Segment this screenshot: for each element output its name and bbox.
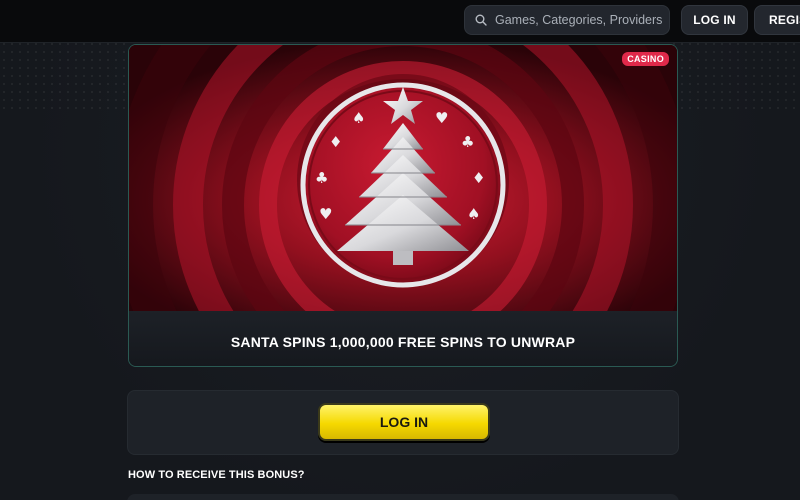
search-input[interactable]: [493, 12, 667, 28]
svg-text:♣: ♣: [461, 133, 474, 151]
background-dots-right: [670, 40, 800, 110]
svg-text:♠: ♠: [352, 109, 365, 127]
svg-text:♠: ♠: [467, 205, 480, 223]
login-button[interactable]: LOG IN: [318, 403, 490, 441]
login-panel: LOG IN: [127, 390, 679, 455]
promo-banner-image: ♠ ♥ ♦ ♣ ♣ ♦ ♥ ♠ CASINO: [129, 45, 677, 311]
how-to-heading: HOW TO RECEIVE THIS BONUS?: [128, 469, 305, 481]
svg-text:♥: ♥: [435, 109, 448, 127]
promo-card[interactable]: ♠ ♥ ♦ ♣ ♣ ♦ ♥ ♠ CASINO SANTA SPINS 1,000…: [128, 44, 678, 367]
search-icon: [475, 14, 487, 26]
svg-text:♦: ♦: [329, 133, 342, 151]
page: LOG IN REGIS: [0, 0, 800, 500]
promo-card-footer: SANTA SPINS 1,000,000 FREE SPINS TO UNWR…: [129, 311, 677, 366]
svg-text:♥: ♥: [319, 205, 332, 223]
header-login-button[interactable]: LOG IN: [681, 5, 748, 35]
background-dots-left: [0, 40, 130, 110]
svg-text:♣: ♣: [315, 169, 328, 187]
promo-title: SANTA SPINS 1,000,000 FREE SPINS TO UNWR…: [230, 333, 576, 350]
header-register-button[interactable]: REGIS: [754, 5, 800, 35]
search-bar[interactable]: [464, 5, 670, 35]
svg-text:♦: ♦: [472, 169, 485, 187]
category-badge: CASINO: [622, 52, 669, 66]
top-header: LOG IN REGIS: [0, 0, 800, 43]
bonus-steps-panel: [127, 494, 679, 500]
christmas-tree-medallion-illustration: ♠ ♥ ♦ ♣ ♣ ♦ ♥ ♠: [129, 45, 677, 311]
